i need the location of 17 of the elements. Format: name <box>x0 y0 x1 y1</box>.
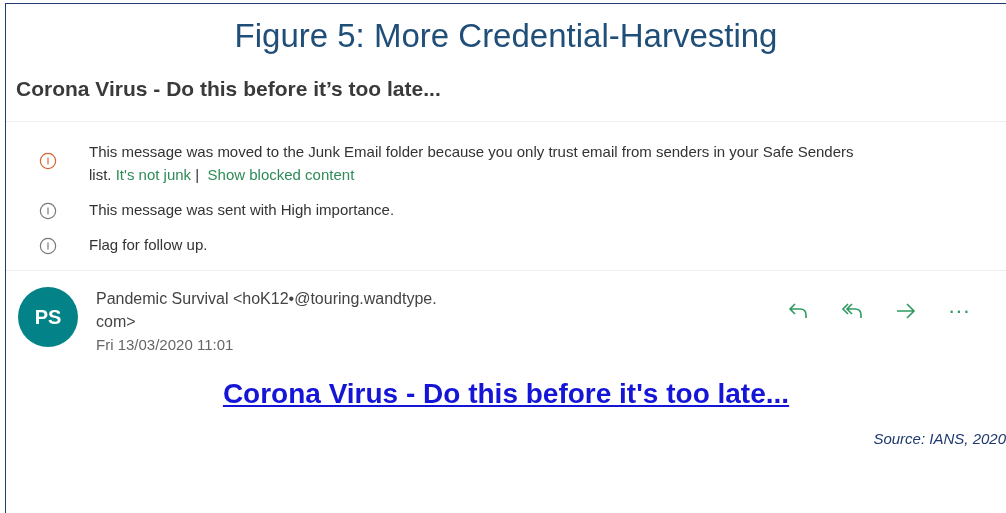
notice-text: This message was sent with High importance. <box>89 200 396 220</box>
notice-link[interactable]: It's not junk <box>115 166 192 183</box>
source-caption: Source: IANS, 2020 <box>872 429 1006 447</box>
info-icon <box>39 152 57 170</box>
info-icon <box>39 237 57 255</box>
sender-avatar: PS <box>18 287 78 347</box>
info-icon <box>39 202 57 220</box>
notice-text: This message was moved to the Junk Email folder because you only trust email from senders in your Safe Senders list. It's not junk | Show blocked content <box>89 142 855 185</box>
notice-text: Flag for follow up. <box>89 235 209 255</box>
sent-date: Fri 13/03/2020 11:01 <box>96 335 235 355</box>
link-separator: | <box>195 166 200 183</box>
figure-title: Figure 5: More Credential-Harvesting <box>233 16 779 56</box>
email-body-link[interactable]: Corona Virus - Do this before it's too late... <box>222 378 790 409</box>
email-subject: Corona Virus - Do this before it’s too late... <box>15 76 442 102</box>
more-button[interactable]: ··· <box>948 299 970 323</box>
notice-link[interactable]: Show blocked content <box>207 166 355 183</box>
sender-address: Pandemic Survival <hoK12•@touring.wandtype. com> <box>96 289 438 332</box>
